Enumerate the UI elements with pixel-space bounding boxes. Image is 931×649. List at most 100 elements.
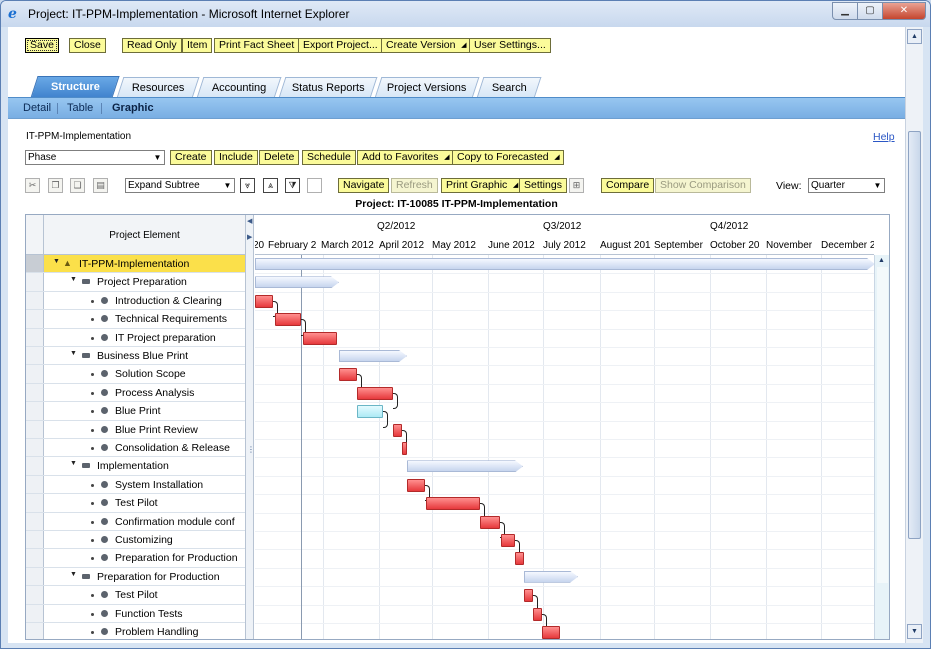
task-bar[interactable] [357, 405, 383, 419]
tree-row[interactable]: Introduction & Clearing [26, 291, 245, 311]
close-button[interactable]: Close [69, 38, 106, 53]
filter-icon[interactable]: ⧩ [285, 178, 300, 193]
row-selector[interactable] [26, 604, 44, 622]
tree-row[interactable]: Confirmation module conf [26, 512, 245, 531]
collapse-toggle-icon[interactable]: ▼ [53, 258, 60, 265]
tab-resources[interactable]: Resources [116, 77, 200, 98]
save-button[interactable]: Save [25, 38, 59, 53]
tab-project-versions[interactable]: Project Versions [374, 77, 480, 98]
drag-handle-icon[interactable]: ⋮ [247, 445, 255, 454]
summary-bar[interactable] [255, 276, 339, 288]
row-selector[interactable] [26, 328, 44, 346]
maximize-icon[interactable]: ▢ [857, 2, 883, 20]
tree-row[interactable]: ▼ Business Blue Print [26, 347, 245, 366]
scroll-up-icon[interactable]: ▲ [878, 257, 885, 264]
layout-icon[interactable]: ⊞ [569, 178, 584, 193]
row-selector[interactable] [26, 365, 44, 383]
task-bar[interactable] [542, 626, 560, 639]
task-bar[interactable] [426, 497, 480, 511]
scroll-track[interactable] [877, 267, 888, 583]
add-to-favorites-button[interactable]: Add to Favorites ◢ [357, 150, 454, 165]
task-bar[interactable] [515, 552, 524, 566]
tree-row[interactable]: Test Pilot [26, 494, 245, 513]
blank-icon[interactable] [307, 178, 322, 193]
expand-all-icon[interactable]: ⩔ [240, 178, 255, 193]
tree-row[interactable]: Customizing [26, 531, 245, 550]
row-selector[interactable] [26, 402, 44, 420]
row-selector[interactable] [26, 291, 44, 310]
subnav-graphic[interactable]: Graphic [112, 102, 154, 114]
task-bar[interactable] [533, 607, 542, 621]
tree-row[interactable]: ▼ Preparation for Production [26, 567, 245, 587]
task-bar[interactable] [357, 386, 393, 400]
help-link[interactable]: Help [873, 131, 895, 143]
task-bar[interactable] [524, 589, 533, 603]
pane-splitter[interactable]: ◀ ▶ ⋮ [245, 215, 255, 639]
task-bar[interactable] [339, 368, 357, 382]
print-fact-sheet-button[interactable]: Print Fact Sheet [214, 38, 300, 53]
timeline-scrollbar[interactable]: ▲ [874, 255, 889, 639]
row-selector[interactable] [26, 420, 44, 438]
row-selector[interactable] [26, 273, 44, 291]
tree-row[interactable]: Technical Requirements [26, 310, 245, 329]
tab-status-reports[interactable]: Status Reports [278, 77, 378, 98]
copy-icon[interactable]: ❐ [48, 178, 63, 193]
navigate-button[interactable]: Navigate [338, 178, 390, 193]
user-settings-button[interactable]: User Settings... [469, 38, 551, 53]
summary-bar[interactable] [339, 350, 407, 362]
summary-bar[interactable] [407, 460, 523, 472]
task-bar[interactable] [275, 313, 301, 327]
tree-row[interactable]: Problem Handling [26, 623, 245, 639]
tree-row[interactable]: System Installation [26, 475, 245, 495]
row-selector[interactable] [26, 623, 44, 639]
task-bar[interactable] [501, 534, 515, 547]
include-button[interactable]: Include [214, 150, 258, 165]
scroll-thumb[interactable] [908, 131, 921, 539]
tab-structure[interactable]: Structure [30, 76, 120, 98]
refresh-button[interactable]: Refresh [391, 178, 438, 193]
row-selector[interactable] [26, 439, 44, 457]
scroll-down-icon[interactable]: ▼ [907, 624, 922, 639]
task-bar[interactable] [407, 478, 425, 492]
tree-row[interactable]: ▼ Implementation [26, 457, 245, 476]
tree-row[interactable]: Solution Scope [26, 365, 245, 384]
settings-button[interactable]: Settings [519, 178, 567, 193]
collapse-toggle-icon[interactable]: ▼ [70, 460, 77, 467]
arrow-right-icon[interactable]: ▶ [247, 233, 252, 241]
paste-icon[interactable]: ❑ [70, 178, 85, 193]
task-bar[interactable] [480, 515, 500, 529]
close-window-icon[interactable]: ✕ [882, 2, 926, 20]
tab-search[interactable]: Search [476, 77, 542, 98]
tree-row[interactable]: Blue Print [26, 402, 245, 421]
summary-bar[interactable] [255, 258, 874, 270]
compare-button[interactable]: Compare [601, 178, 655, 193]
task-bar[interactable] [393, 423, 402, 437]
task-bar[interactable] [255, 294, 273, 308]
tree-row[interactable]: IT Project preparation [26, 328, 245, 347]
create-version-button[interactable]: Create Version ◢ [381, 38, 471, 53]
row-selector[interactable] [26, 531, 44, 549]
row-selector[interactable] [26, 586, 44, 604]
row-selector[interactable] [26, 310, 44, 328]
tree-row[interactable]: Test Pilot [26, 586, 245, 605]
row-selector[interactable] [26, 567, 44, 586]
row-selector[interactable] [26, 494, 44, 512]
minimize-icon[interactable]: ▁ [832, 2, 858, 20]
expand-select[interactable]: Expand Subtree ▼ [125, 178, 235, 193]
row-selector[interactable] [26, 347, 44, 365]
tree-row[interactable]: ▼ ▲ IT-PPM-Implementation [26, 255, 245, 274]
task-bar[interactable] [303, 331, 337, 345]
subnav-detail[interactable]: Detail [23, 102, 51, 114]
tree-row[interactable]: Consolidation & Release [26, 439, 245, 458]
collapse-toggle-icon[interactable]: ▼ [70, 571, 77, 578]
read-only-button[interactable]: Read Only [122, 38, 182, 53]
row-selector[interactable] [26, 383, 44, 402]
scroll-up-icon[interactable]: ▲ [907, 29, 922, 44]
delete-button[interactable]: Delete [259, 150, 300, 165]
tree-row[interactable]: Process Analysis [26, 383, 245, 403]
summary-bar[interactable] [524, 571, 578, 583]
collapse-all-icon[interactable]: ⩓ [263, 178, 278, 193]
tab-accounting[interactable]: Accounting [196, 77, 282, 98]
tree-row[interactable]: Function Tests [26, 604, 245, 623]
page-scrollbar[interactable]: ▲ ▼ [905, 27, 923, 643]
